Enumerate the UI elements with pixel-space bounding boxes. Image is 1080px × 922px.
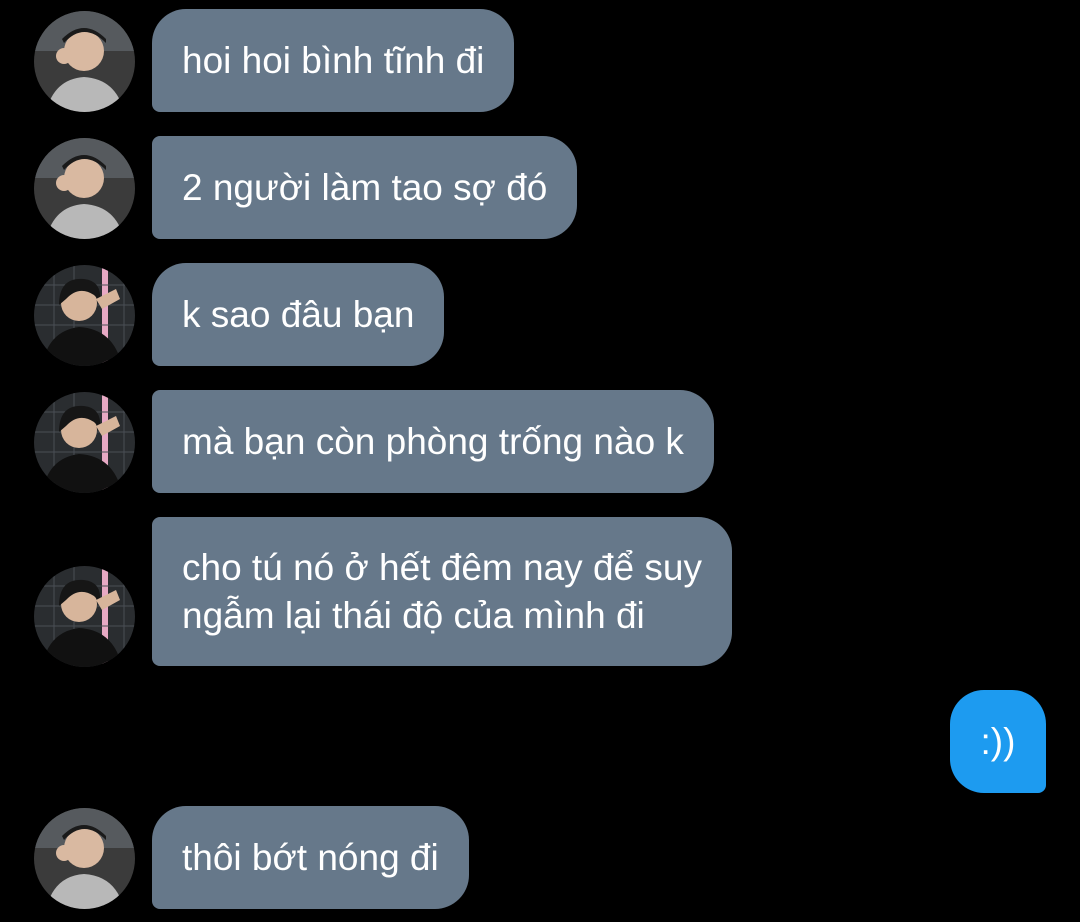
message-text: mà bạn còn phòng trống nào k — [182, 420, 684, 462]
message-text: thôi bớt nóng đi — [182, 836, 439, 878]
message-bubble[interactable]: hoi hoi bình tĩnh đi — [152, 9, 515, 112]
message-text: k sao đâu bạn — [182, 293, 415, 335]
message-bubble[interactable]: 2 người làm tao sợ đó — [152, 136, 578, 239]
message-text: cho tú nó ở hết đêm nay để suy ngẫm lại … — [182, 546, 702, 636]
avatar-photo-icon — [34, 808, 135, 909]
message-bubble[interactable]: cho tú nó ở hết đêm nay để suy ngẫm lại … — [152, 517, 732, 666]
avatar-photo-icon — [34, 11, 135, 112]
message-text: 2 người làm tao sợ đó — [182, 166, 548, 208]
avatar-photo-icon — [34, 566, 135, 667]
message-bubble[interactable]: thôi bớt nóng đi — [152, 806, 469, 909]
message-text: hoi hoi bình tĩnh đi — [182, 39, 485, 81]
avatar[interactable] — [34, 808, 135, 909]
avatar[interactable] — [34, 265, 135, 366]
outgoing-message-bubble[interactable]: :)) — [950, 690, 1046, 793]
avatar[interactable] — [34, 392, 135, 493]
message-bubble[interactable]: mà bạn còn phòng trống nào k — [152, 390, 714, 493]
avatar[interactable] — [34, 11, 135, 112]
avatar[interactable] — [34, 138, 135, 239]
message-bubble[interactable]: k sao đâu bạn — [152, 263, 445, 366]
avatar-photo-icon — [34, 265, 135, 366]
avatar-photo-icon — [34, 138, 135, 239]
message-text: :)) — [980, 720, 1016, 762]
avatar-photo-icon — [34, 392, 135, 493]
avatar[interactable] — [34, 566, 135, 667]
